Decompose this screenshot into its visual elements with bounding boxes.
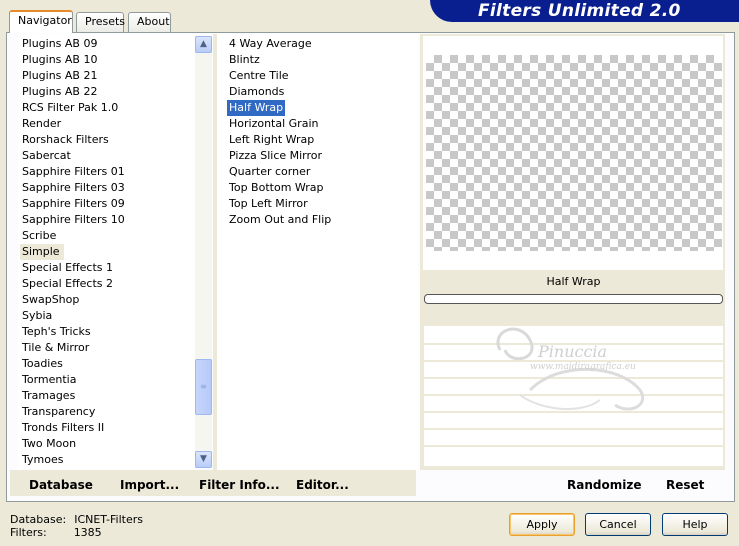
help-button[interactable]: Help [662, 513, 728, 536]
chevron-down-icon: ▼ [200, 454, 207, 464]
database-button-label: Database [29, 478, 93, 492]
grip-icon: ≡ [200, 382, 207, 391]
category-item[interactable]: SwapShop [22, 292, 195, 308]
category-item[interactable]: Sapphire Filters 03 [22, 180, 195, 196]
category-item[interactable]: Tramages [22, 388, 195, 404]
category-item[interactable]: Sybia [22, 308, 195, 324]
category-item[interactable]: Plugins AB 22 [22, 84, 195, 100]
filter-item[interactable]: Horizontal Grain [229, 116, 418, 132]
status-panel: Database: ICNET-Filters Filters: 1385 [10, 513, 143, 539]
filter-item[interactable]: Top Bottom Wrap [229, 180, 418, 196]
filter-item[interactable]: Left Right Wrap [229, 132, 418, 148]
editor-button[interactable]: Editor... [296, 478, 349, 492]
category-item[interactable]: Sapphire Filters 10 [22, 212, 195, 228]
category-item[interactable]: Render [22, 116, 195, 132]
category-list: Plugins AB 09 Plugins AB 10 Plugins AB 21 P… [18, 36, 195, 468]
filter-info-button[interactable]: Filter Info... [199, 478, 280, 492]
category-item[interactable]: Special Effects 1 [22, 260, 195, 276]
randomize-button[interactable]: Randomize [567, 478, 641, 492]
filter-list: 4 Way Average Blintz Centre Tile Diamonds Ha… [217, 36, 418, 228]
reset-button-label: Reset [666, 478, 705, 492]
category-list-panel: Plugins AB 09 Plugins AB 10 Plugins AB 21 P… [18, 34, 195, 470]
filter-item[interactable]: Blintz [229, 52, 418, 68]
filter-item[interactable]: Zoom Out and Flip [229, 212, 418, 228]
category-item[interactable]: Tormentia [22, 372, 195, 388]
category-item[interactable]: Plugins AB 10 [22, 52, 195, 68]
tab-presets[interactable]: Presets [76, 12, 126, 32]
apply-button-label: Apply [526, 518, 558, 531]
filter-item[interactable]: Half Wrap [227, 100, 286, 116]
category-scrollbar[interactable]: ▲ ≡ ▼ [195, 36, 212, 468]
filter-item[interactable]: Diamonds [229, 84, 418, 100]
database-value: ICNET-Filters [74, 513, 143, 526]
import-button-label: Import... [120, 478, 180, 492]
cancel-button[interactable]: Cancel [585, 513, 651, 536]
scroll-thumb[interactable]: ≡ [195, 359, 212, 415]
editor-button-label: Editor... [296, 478, 349, 492]
category-item[interactable]: RCS Filter Pak 1.0 [22, 100, 195, 116]
category-item[interactable]: Tronds Filters II [22, 420, 195, 436]
filter-item[interactable]: Top Left Mirror [229, 196, 418, 212]
category-item[interactable]: Scribe [22, 228, 195, 244]
filter-list-panel: 4 Way Average Blintz Centre Tile Diamonds Ha… [217, 34, 418, 470]
app-title: Filters Unlimited 2.0 [478, 1, 681, 21]
cancel-button-label: Cancel [599, 518, 637, 531]
preview-filter-name: Half Wrap [546, 275, 601, 288]
tab-navigator[interactable]: Navigator [9, 10, 73, 33]
category-item[interactable]: Teph's Tricks [22, 324, 195, 340]
category-item[interactable]: Simple [20, 244, 64, 260]
category-item[interactable]: Transparency [22, 404, 195, 420]
category-item[interactable]: Tile & Mirror [22, 340, 195, 356]
help-button-label: Help [682, 518, 708, 531]
scroll-down-button[interactable]: ▼ [195, 451, 212, 468]
filter-item[interactable]: Pizza Slice Mirror [229, 148, 418, 164]
category-item[interactable]: Special Effects 2 [22, 276, 195, 292]
parameter-area [424, 326, 723, 466]
import-button[interactable]: Import... [120, 478, 179, 492]
category-item[interactable]: Toadies [22, 356, 195, 372]
category-item[interactable]: Tymoes [22, 452, 195, 468]
category-item[interactable]: Sapphire Filters 09 [22, 196, 195, 212]
filter-info-button-label: Filter Info... [199, 478, 280, 492]
category-item[interactable]: Plugins AB 21 [22, 68, 195, 84]
database-button[interactable]: Database [29, 478, 93, 492]
filters-count: 1385 [73, 526, 102, 539]
preview-image [426, 55, 722, 251]
category-item[interactable]: Rorshack Filters [22, 132, 195, 148]
tab-about-label: About [137, 15, 170, 28]
category-item[interactable]: Plugins AB 09 [22, 36, 195, 52]
category-item[interactable]: Sabercat [22, 148, 195, 164]
progress-bar [424, 294, 723, 304]
category-item[interactable]: Two Moon [22, 436, 195, 452]
randomize-button-label: Randomize [567, 478, 642, 492]
database-label: Database: [10, 513, 67, 526]
apply-button[interactable]: Apply [509, 513, 575, 536]
reset-button[interactable]: Reset [666, 478, 704, 492]
category-item[interactable]: Sapphire Filters 01 [22, 164, 195, 180]
filters-label: Filters: [10, 526, 47, 539]
filter-item[interactable]: Centre Tile [229, 68, 418, 84]
tab-presets-label: Presets [85, 15, 126, 28]
scroll-up-button[interactable]: ▲ [195, 36, 212, 53]
filter-item[interactable]: 4 Way Average [229, 36, 418, 52]
filter-item[interactable]: Quarter corner [229, 164, 418, 180]
tab-about[interactable]: About [128, 12, 171, 32]
tab-navigator-label: Navigator [18, 14, 72, 27]
app-title-banner: Filters Unlimited 2.0 [430, 0, 739, 22]
chevron-up-icon: ▲ [200, 39, 207, 49]
